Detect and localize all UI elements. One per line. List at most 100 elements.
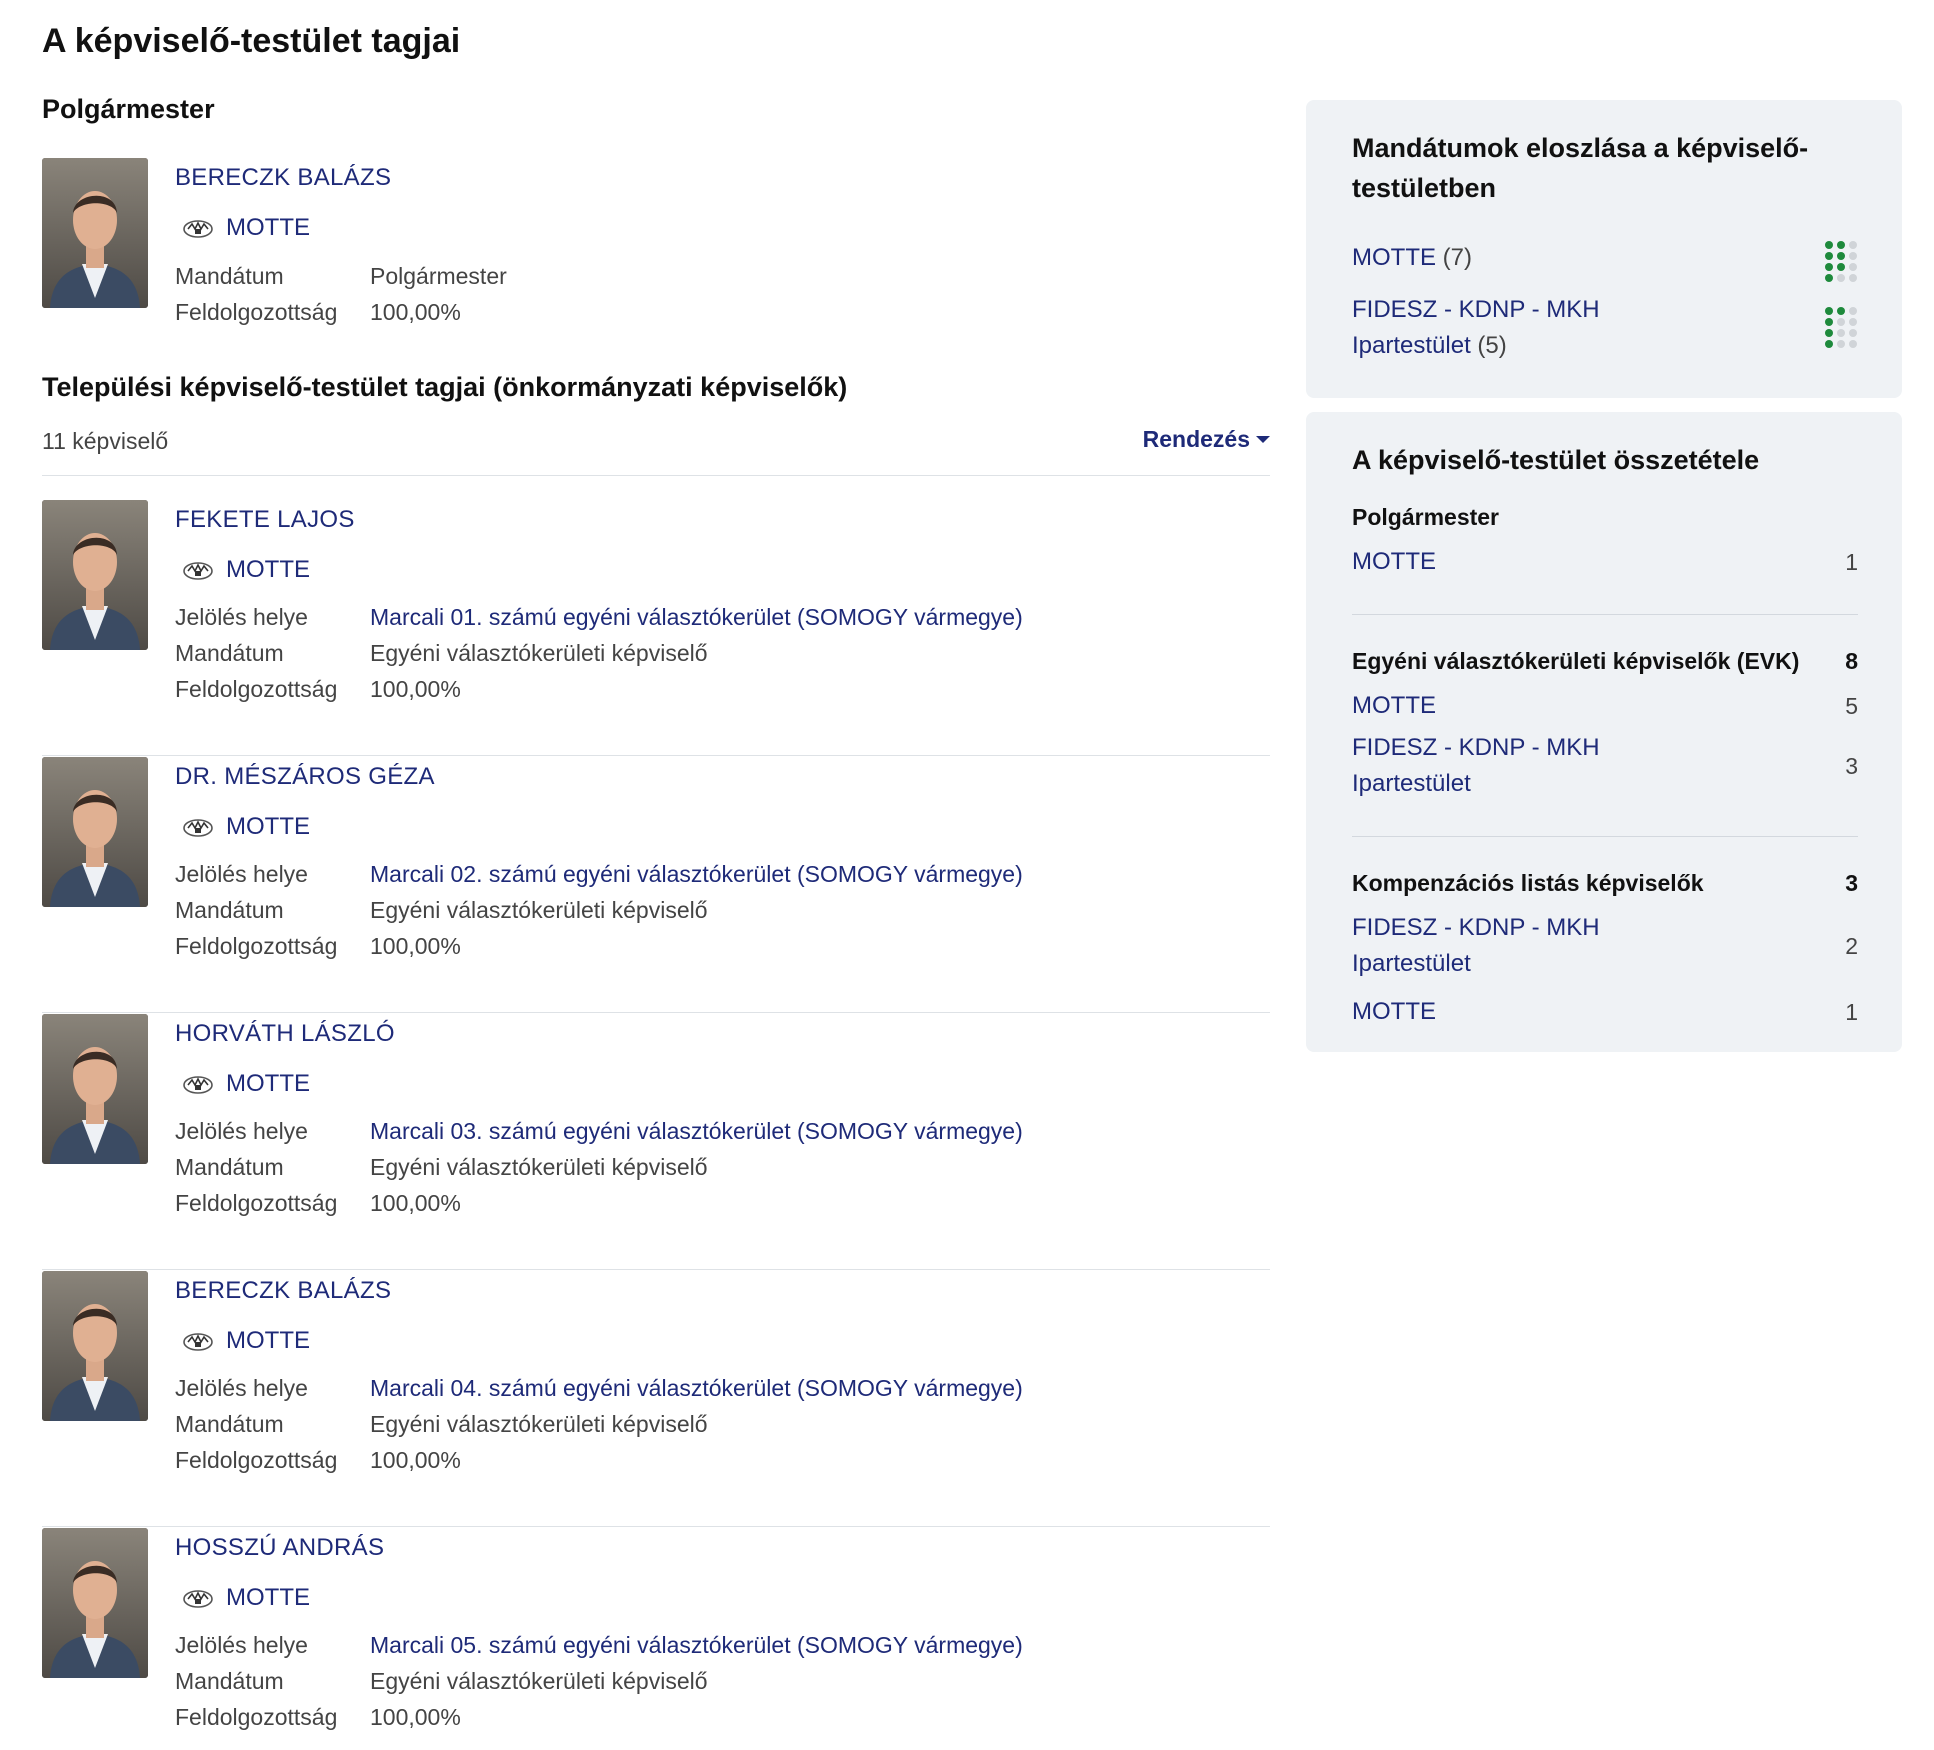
group-title: Kompenzációs listás képviselők 3	[1352, 870, 1858, 897]
member-photo[interactable]	[42, 1271, 148, 1421]
group-label: Egyéni választókerületi képviselők (EVK)	[1352, 648, 1800, 674]
field-value: 100,00%	[370, 1704, 461, 1730]
seat-dot	[1825, 263, 1833, 271]
seat-dot	[1837, 329, 1845, 337]
field-label: Feldolgozottság	[175, 299, 338, 325]
party-link[interactable]: MOTTE	[1352, 994, 1682, 1030]
field-label: Jelölés helye	[175, 1118, 308, 1144]
seat-dots-icon	[1825, 307, 1857, 348]
group-total: 3	[1845, 870, 1858, 896]
field-value: 100,00%	[370, 933, 461, 959]
group-title: Polgármester	[1352, 504, 1858, 531]
member-party-link[interactable]: MOTTE	[226, 556, 310, 584]
field-value: Egyéni választókerületi képviselő	[370, 1154, 708, 1180]
seat-dot	[1837, 263, 1845, 271]
member-party-link[interactable]: MOTTE	[226, 1327, 310, 1355]
seat-dot	[1849, 252, 1857, 260]
motte-logo-icon	[182, 217, 214, 239]
district-link[interactable]: Marcali 04. számú egyéni választókerület…	[370, 1375, 1023, 1402]
member-photo[interactable]	[42, 500, 148, 650]
seat-dot	[1849, 307, 1857, 315]
field-label: Feldolgozottság	[175, 933, 338, 959]
district-link[interactable]: Marcali 05. számú egyéni választókerület…	[370, 1632, 1023, 1659]
seat-dot	[1849, 274, 1857, 282]
mayor-name-link[interactable]: BERECZK BALÁZS	[175, 164, 391, 192]
composition-row: MOTTE 5	[1352, 688, 1858, 724]
distribution-title: Mandátumok eloszlása a képviselő-testüle…	[1352, 133, 1809, 203]
member-photo[interactable]	[42, 757, 148, 907]
members-toolbar: 11 képviselő Rendezés	[42, 426, 1270, 476]
field-label: Mandátum	[175, 1668, 284, 1694]
field-label: Mandátum	[175, 263, 284, 289]
seat-count: 1	[1845, 999, 1858, 1025]
mayor-photo[interactable]	[42, 158, 148, 308]
field-label: Mandátum	[175, 1411, 284, 1437]
district-link[interactable]: Marcali 03. számú egyéni választókerület…	[370, 1118, 1023, 1145]
member-card: BERECZK BALÁZS MOTTE Jelölés helye Marca…	[42, 1271, 1270, 1527]
mayor-party: MOTTE	[182, 214, 310, 242]
seat-dot	[1837, 274, 1845, 282]
member-name-link[interactable]: DR. MÉSZÁROS GÉZA	[175, 763, 435, 791]
seat-count: 3	[1845, 753, 1858, 779]
member-photo[interactable]	[42, 1014, 148, 1164]
seat-dot	[1825, 252, 1833, 260]
party-link[interactable]: FIDESZ - KDNP - MKH Ipartestület	[1352, 730, 1682, 802]
member-party: MOTTE	[182, 1584, 310, 1612]
member-name-link[interactable]: HORVÁTH LÁSZLÓ	[175, 1020, 395, 1048]
seat-dot	[1825, 318, 1833, 326]
seat-dot	[1837, 252, 1845, 260]
seat-dot	[1837, 318, 1845, 326]
seat-dot	[1825, 340, 1833, 348]
seat-dot	[1849, 340, 1857, 348]
seat-dot	[1849, 318, 1857, 326]
field-label: Feldolgozottság	[175, 1447, 338, 1473]
field-label: Feldolgozottság	[175, 1190, 338, 1216]
seat-count: 1	[1845, 549, 1858, 575]
party-link[interactable]: MOTTE	[1352, 244, 1436, 271]
divider	[1352, 614, 1858, 615]
field-label: Jelölés helye	[175, 1632, 308, 1658]
member-card: HORVÁTH LÁSZLÓ MOTTE Jelölés helye Marca…	[42, 1014, 1270, 1270]
member-party-link[interactable]: MOTTE	[226, 813, 310, 841]
member-name-link[interactable]: BERECZK BALÁZS	[175, 1277, 391, 1305]
field-label: Jelölés helye	[175, 604, 308, 630]
seat-dot	[1837, 241, 1845, 249]
group-total: 8	[1845, 648, 1858, 674]
sort-label: Rendezés	[1142, 426, 1250, 452]
field-value: 100,00%	[370, 676, 461, 702]
member-card: FEKETE LAJOS MOTTE Jelölés helye Marcali…	[42, 500, 1270, 756]
field-value: Egyéni választókerületi képviselő	[370, 897, 708, 923]
seat-dot	[1849, 329, 1857, 337]
field-value: 100,00%	[370, 1447, 461, 1473]
field-value: 100,00%	[370, 299, 461, 325]
mayor-party-link[interactable]: MOTTE	[226, 214, 310, 242]
member-photo[interactable]	[42, 1528, 148, 1678]
distribution-row: FIDESZ - KDNP - MKH Ipartestület (5)	[1352, 292, 1858, 372]
member-name-link[interactable]: FEKETE LAJOS	[175, 506, 355, 534]
members-count: 11 képviselő	[42, 428, 169, 454]
seat-dot	[1825, 329, 1833, 337]
member-name-link[interactable]: HOSSZÚ ANDRÁS	[175, 1534, 384, 1562]
party-link[interactable]: FIDESZ - KDNP - MKH Ipartestület	[1352, 910, 1682, 982]
composition-row: MOTTE 1	[1352, 544, 1858, 580]
seat-dot	[1837, 307, 1845, 315]
party-link[interactable]: FIDESZ - KDNP - MKH Ipartestület	[1352, 296, 1600, 359]
group-label: Kompenzációs listás képviselők	[1352, 870, 1704, 896]
party-link[interactable]: MOTTE	[1352, 688, 1682, 724]
seat-count: (7)	[1442, 244, 1473, 271]
seat-dot	[1849, 241, 1857, 249]
composition-title: A képviselő-testület összetétele	[1352, 445, 1760, 475]
member-party: MOTTE	[182, 1327, 310, 1355]
field-label: Mandátum	[175, 1154, 284, 1180]
page-title: A képviselő-testület tagjai	[42, 22, 461, 60]
seat-count: 2	[1845, 933, 1858, 959]
party-link[interactable]: MOTTE	[1352, 544, 1682, 580]
district-link[interactable]: Marcali 01. számú egyéni választókerület…	[370, 604, 1023, 631]
member-party-link[interactable]: MOTTE	[226, 1584, 310, 1612]
seat-dot	[1825, 241, 1833, 249]
member-party-link[interactable]: MOTTE	[226, 1070, 310, 1098]
field-label: Mandátum	[175, 640, 284, 666]
district-link[interactable]: Marcali 02. számú egyéni választókerület…	[370, 861, 1023, 888]
sort-dropdown-button[interactable]: Rendezés	[1143, 426, 1270, 453]
seat-count: 5	[1845, 693, 1858, 719]
